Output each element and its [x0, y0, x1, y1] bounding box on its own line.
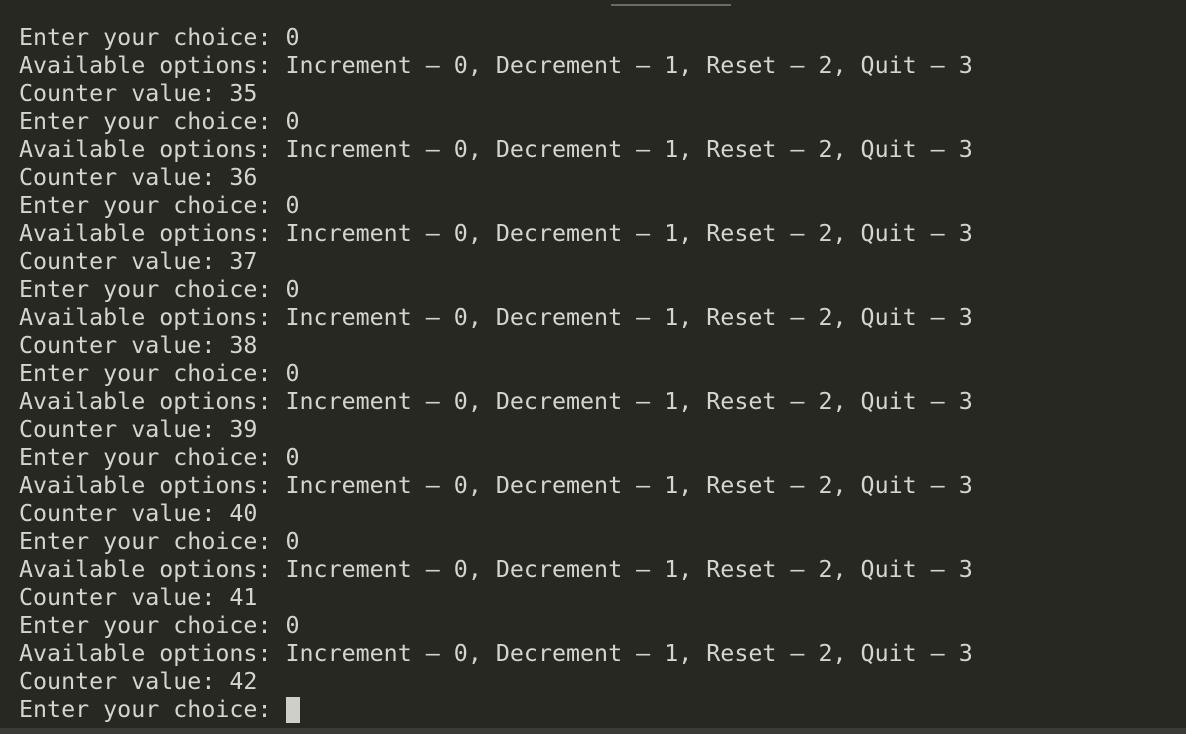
terminal-output: Enter your choice: 0 Available options: I… — [19, 24, 973, 724]
terminal-line: Available options: Increment – 0, Decrem… — [19, 220, 973, 247]
terminal-line: Available options: Increment – 0, Decrem… — [19, 304, 973, 331]
terminal-line: Enter your choice: 0 — [19, 192, 300, 219]
terminal-line: Enter your choice: 0 — [19, 24, 300, 51]
terminal-line: Enter your choice: 0 — [19, 360, 300, 387]
terminal-line: Counter value: 41 — [19, 584, 258, 611]
terminal-line: Available options: Increment – 0, Decrem… — [19, 388, 973, 415]
terminal-line: Enter your choice: 0 — [19, 444, 300, 471]
terminal-line: Available options: Increment – 0, Decrem… — [19, 52, 973, 79]
terminal-line: Available options: Increment – 0, Decrem… — [19, 472, 973, 499]
terminal-line: Available options: Increment – 0, Decrem… — [19, 640, 973, 667]
terminal-line: Counter value: 39 — [19, 416, 258, 443]
text-cursor[interactable] — [285, 697, 300, 723]
terminal-line: Enter your choice: 0 — [19, 612, 300, 639]
terminal-line: Counter value: 38 — [19, 332, 258, 359]
terminal-line: Enter your choice: 0 — [19, 528, 300, 555]
terminal-line: Available options: Increment – 0, Decrem… — [19, 136, 973, 163]
terminal-prompt: Enter your choice: — [19, 696, 286, 723]
terminal-line: Enter your choice: 0 — [19, 108, 300, 135]
terminal-line: Counter value: 40 — [19, 500, 258, 527]
terminal-window[interactable]: Enter your choice: 0 Available options: I… — [0, 0, 1186, 734]
terminal-line: Available options: Increment – 0, Decrem… — [19, 556, 973, 583]
terminal-prompt-line[interactable]: Enter your choice: — [19, 696, 973, 724]
terminal-line: Counter value: 42 — [19, 668, 258, 695]
terminal-line: Counter value: 35 — [19, 80, 258, 107]
bottom-scrollbar[interactable] — [0, 728, 1186, 734]
terminal-line: Enter your choice: 0 — [19, 276, 300, 303]
terminal-line: Counter value: 36 — [19, 164, 258, 191]
drag-handle[interactable] — [611, 4, 731, 6]
terminal-line: Counter value: 37 — [19, 248, 258, 275]
